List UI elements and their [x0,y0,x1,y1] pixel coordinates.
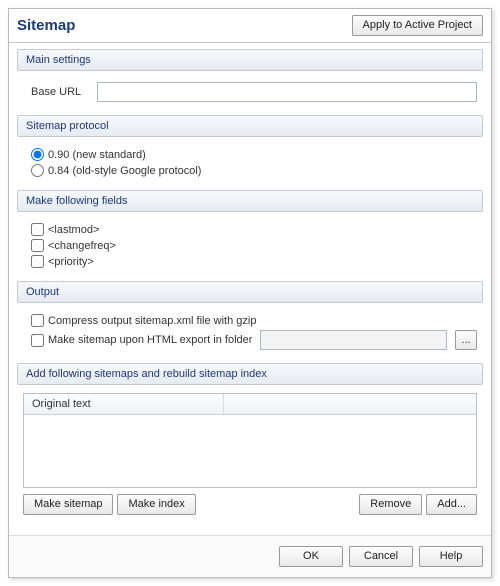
protocol-header: Sitemap protocol [17,115,483,137]
column-spacer [224,394,476,414]
protocol-label-084: 0.84 (old-style Google protocol) [48,165,201,177]
output-compress-checkbox[interactable] [31,314,44,327]
remove-button[interactable]: Remove [359,494,422,515]
apply-to-active-project-button[interactable]: Apply to Active Project [352,15,483,36]
dialog-content: Main settings Base URL Sitemap protocol … [9,43,491,535]
field-lastmod-checkbox[interactable] [31,223,44,236]
ok-button[interactable]: OK [279,546,343,567]
field-changefreq-label: <changefreq> [48,240,116,252]
rebuild-body: Original text Make sitemap Make index Re… [17,391,483,525]
column-original-text[interactable]: Original text [24,394,224,414]
field-changefreq[interactable]: <changefreq> [31,239,477,252]
make-index-button[interactable]: Make index [117,494,195,515]
base-url-label: Base URL [31,86,89,98]
fields-header: Make following fields [17,190,483,212]
protocol-body: 0.90 (new standard) 0.84 (old-style Goog… [17,143,483,190]
output-export[interactable]: Make sitemap upon HTML export in folder [31,334,252,347]
spacer [200,494,356,515]
add-button[interactable]: Add... [426,494,477,515]
protocol-option-090[interactable]: 0.90 (new standard) [31,148,477,161]
rebuild-header: Add following sitemaps and rebuild sitem… [17,363,483,385]
cancel-button[interactable]: Cancel [349,546,413,567]
help-button[interactable]: Help [419,546,483,567]
output-export-checkbox[interactable] [31,334,44,347]
table-body[interactable] [24,415,476,483]
field-lastmod-label: <lastmod> [48,224,99,236]
rebuild-buttons: Make sitemap Make index Remove Add... [23,494,477,515]
main-settings-body: Base URL [17,77,483,115]
output-body: Compress output sitemap.xml file with gz… [17,309,483,363]
field-priority-checkbox[interactable] [31,255,44,268]
table-header: Original text [24,394,476,415]
field-priority-label: <priority> [48,256,94,268]
browse-folder-button[interactable]: ... [455,330,477,350]
main-settings-header: Main settings [17,49,483,71]
output-header: Output [17,281,483,303]
fields-body: <lastmod> <changefreq> <priority> [17,218,483,281]
field-changefreq-checkbox[interactable] [31,239,44,252]
output-compress[interactable]: Compress output sitemap.xml file with gz… [31,314,477,327]
output-export-folder-input[interactable] [260,330,447,350]
output-export-label: Make sitemap upon HTML export in folder [48,334,252,346]
field-lastmod[interactable]: <lastmod> [31,223,477,236]
protocol-radio-084[interactable] [31,164,44,177]
dialog-title: Sitemap [17,17,75,34]
field-priority[interactable]: <priority> [31,255,477,268]
output-compress-label: Compress output sitemap.xml file with gz… [48,315,256,327]
protocol-option-084[interactable]: 0.84 (old-style Google protocol) [31,164,477,177]
sitemaps-table[interactable]: Original text [23,393,477,488]
protocol-label-090: 0.90 (new standard) [48,149,146,161]
titlebar: Sitemap Apply to Active Project [9,9,491,43]
make-sitemap-button[interactable]: Make sitemap [23,494,113,515]
sitemap-dialog: Sitemap Apply to Active Project Main set… [8,8,492,578]
protocol-radio-090[interactable] [31,148,44,161]
dialog-footer: OK Cancel Help [9,535,491,577]
base-url-input[interactable] [97,82,477,102]
